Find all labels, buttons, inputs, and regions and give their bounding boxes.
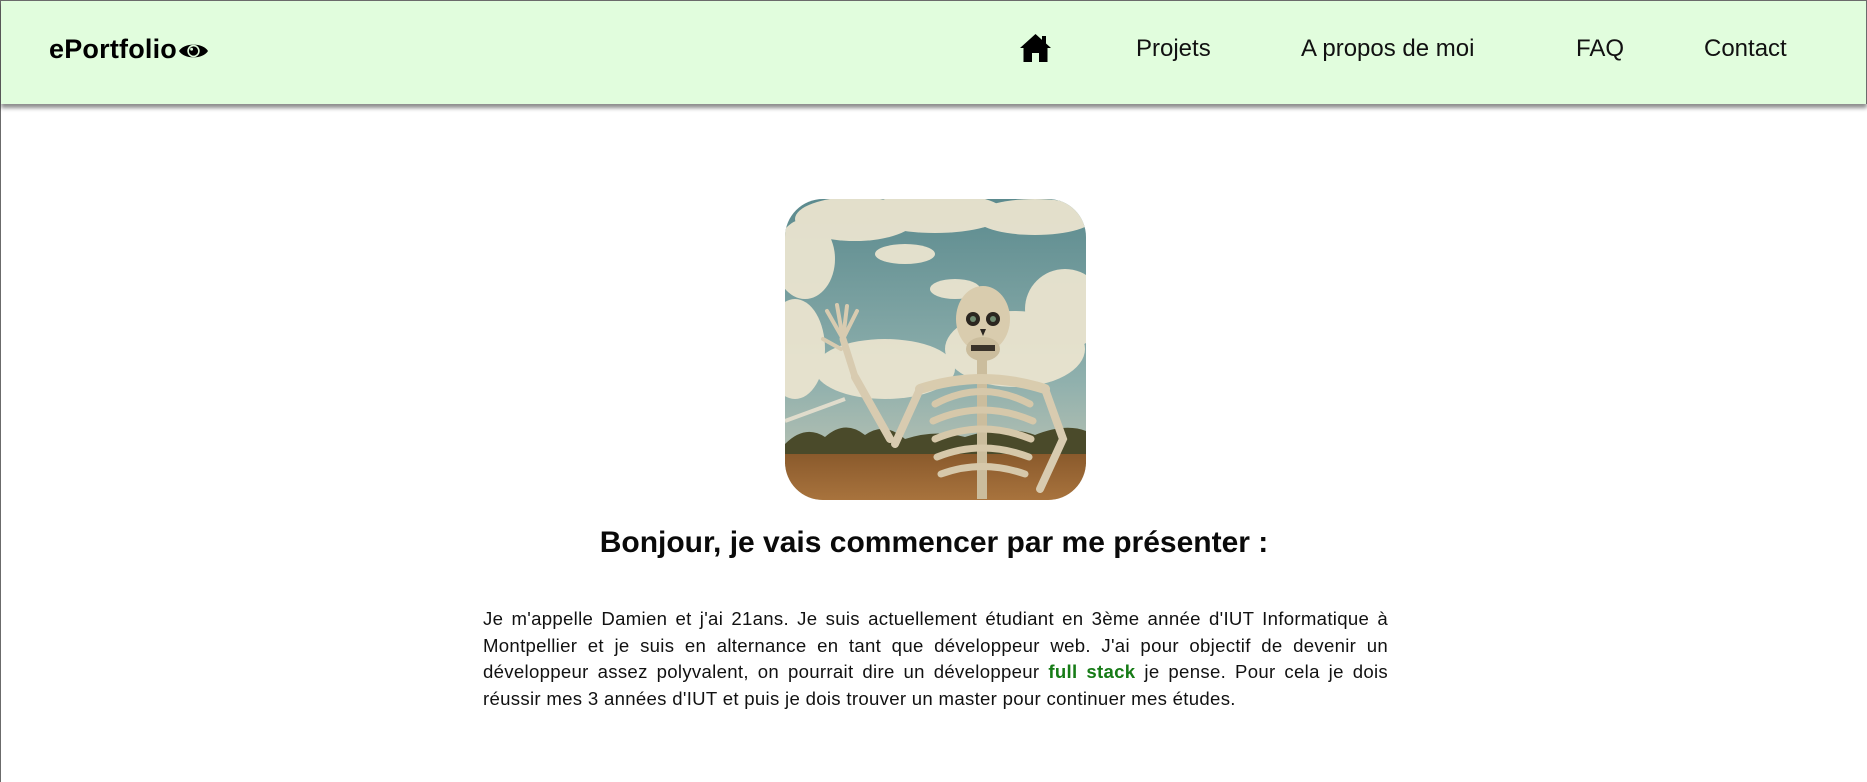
page-title: Bonjour, je vais commencer par me présen… (599, 526, 1269, 559)
navbar: ePortfolio Projets A propos de moi FAQ C… (1, 0, 1867, 104)
eye-icon (178, 38, 209, 60)
profile-image (785, 199, 1086, 500)
nav-link-projets[interactable]: Projets (1136, 33, 1211, 65)
page: ePortfolio Projets A propos de moi FAQ C… (0, 0, 1867, 782)
nav-link-contact[interactable]: Contact (1704, 33, 1787, 65)
highlight-full-stack: full stack (1048, 661, 1136, 683)
brand-name: ePortfolio (49, 33, 177, 64)
intro-paragraph: Je m'appelle Damien et j'ai 21ans. Je su… (483, 606, 1388, 712)
nav-link-a-propos[interactable]: A propos de moi (1301, 33, 1474, 65)
brand-logo[interactable]: ePortfolio (49, 31, 209, 67)
home-icon[interactable] (1019, 33, 1052, 63)
nav-link-faq[interactable]: FAQ (1576, 33, 1624, 65)
